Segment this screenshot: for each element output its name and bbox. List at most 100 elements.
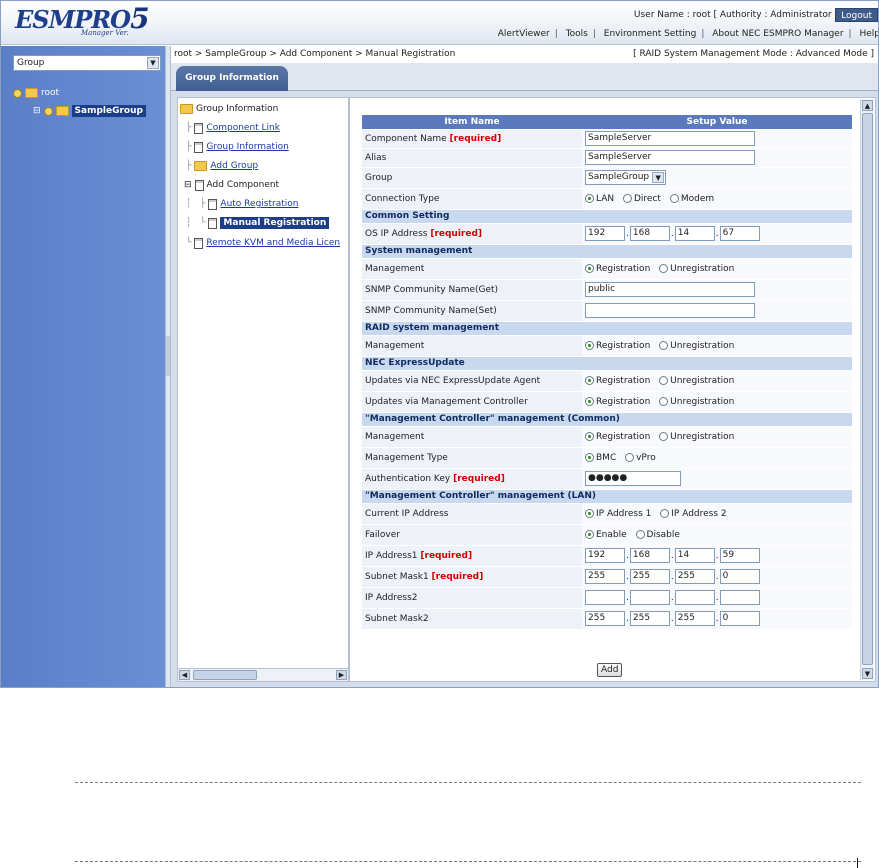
mask2-octet-3[interactable]: 255 bbox=[674, 611, 715, 626]
tab-group-information[interactable]: Group Information bbox=[176, 66, 288, 91]
user-info: User Name : root [ Authority : Administr… bbox=[633, 10, 838, 20]
radio-eu-agent-unregistration[interactable]: Unregistration bbox=[659, 375, 734, 386]
radio-lan[interactable]: LAN bbox=[585, 193, 614, 204]
os-ip-address-field: 192. 168. 14. 67 bbox=[582, 223, 852, 245]
col-item-name: Item Name bbox=[362, 115, 582, 130]
radio-sys-unregistration[interactable]: Unregistration bbox=[659, 263, 734, 274]
snmp-set-input[interactable] bbox=[585, 303, 755, 318]
ip2-octet-1[interactable] bbox=[585, 590, 625, 605]
section-mc-lan: "Management Controller" management (LAN) bbox=[362, 489, 852, 504]
server-icon bbox=[194, 179, 204, 191]
snmp-get-input[interactable]: public bbox=[585, 282, 755, 297]
scroll-down-icon[interactable]: ▼ bbox=[862, 668, 873, 679]
tree-node-samplegroup[interactable]: ⊟ SampleGroup bbox=[13, 102, 146, 120]
chevron-down-icon[interactable]: ▼ bbox=[147, 57, 159, 69]
tree-item-remote-kvm[interactable]: └ Remote KVM and Media Licen bbox=[186, 236, 340, 250]
radio-failover-disable[interactable]: Disable bbox=[635, 529, 680, 540]
registration-form-pane: Item Name Setup Value Component Name [re… bbox=[349, 97, 876, 682]
mask1-octet-1[interactable]: 255 bbox=[585, 569, 625, 584]
app-window: ESMPRO5 Manager Ver. User Name : root [ … bbox=[0, 0, 879, 688]
radio-raid-registration[interactable]: Registration bbox=[585, 340, 650, 351]
os-ip-octet-2[interactable]: 168 bbox=[629, 226, 670, 241]
radio-eu-mc-registration[interactable]: Registration bbox=[585, 396, 650, 407]
tree-item-auto-registration[interactable]: ┆ ├ Auto Registration bbox=[186, 197, 298, 211]
add-button[interactable]: Add bbox=[597, 663, 623, 677]
scroll-right-icon[interactable]: ▶ bbox=[336, 670, 347, 680]
ip1-octet-1[interactable]: 192 bbox=[585, 548, 625, 563]
breadcrumb: root > SampleGroup > Add Component > Man… bbox=[174, 49, 456, 59]
tree-horizontal-scrollbar[interactable]: ◀ ▶ bbox=[177, 668, 349, 682]
ip2-octet-3[interactable] bbox=[674, 590, 715, 605]
mask1-octet-4[interactable]: 0 bbox=[719, 569, 760, 584]
tree-item-add-component[interactable]: ⊟ Add Component bbox=[184, 178, 279, 192]
mask2-octet-4[interactable]: 0 bbox=[719, 611, 760, 626]
form-vertical-scrollbar[interactable]: ▲ ▼ bbox=[860, 99, 874, 680]
radio-vpro[interactable]: vPro bbox=[625, 452, 656, 463]
radio-direct[interactable]: Direct bbox=[623, 193, 661, 204]
ip1-octet-4[interactable]: 59 bbox=[719, 548, 760, 563]
radio-modem[interactable]: Modem bbox=[669, 193, 714, 204]
menu-environment-setting[interactable]: Environment Setting bbox=[604, 29, 697, 39]
component-name-input[interactable]: SampleServer bbox=[585, 131, 755, 146]
alias-input[interactable]: SampleServer bbox=[585, 150, 755, 165]
tree-item-group-information[interactable]: ├ Group Information bbox=[186, 140, 289, 154]
mask2-octet-1[interactable]: 255 bbox=[585, 611, 625, 626]
tree-node-root[interactable]: root bbox=[13, 84, 146, 102]
menu-tools[interactable]: Tools bbox=[566, 29, 588, 39]
os-ip-octet-1[interactable]: 192 bbox=[585, 226, 625, 241]
tab-bar: Group Information bbox=[171, 63, 878, 91]
document-icon bbox=[194, 237, 204, 249]
registration-form: Item Name Setup Value Component Name [re… bbox=[362, 115, 852, 630]
radio-mc-unregistration[interactable]: Unregistration bbox=[659, 431, 734, 442]
section-common-setting: Common Setting bbox=[362, 209, 852, 224]
mask1-octet-2[interactable]: 255 bbox=[629, 569, 670, 584]
ip2-octet-2[interactable] bbox=[629, 590, 670, 605]
connection-type-radios: LAN Direct Modem bbox=[582, 188, 852, 210]
mask2-octet-2[interactable]: 255 bbox=[629, 611, 670, 626]
tree-item-component-link[interactable]: ├ Component Link bbox=[186, 121, 280, 135]
radio-mc-registration[interactable]: Registration bbox=[585, 431, 650, 442]
mask1-octet-3[interactable]: 255 bbox=[674, 569, 715, 584]
authentication-key-input[interactable]: ●●●●● bbox=[585, 471, 681, 486]
group-tree-pane: Group ▼ root ⊟ SampleGroup bbox=[1, 46, 165, 687]
esmpro-logo: ESMPRO5 Manager Ver. bbox=[15, 2, 150, 38]
document-icon bbox=[194, 141, 204, 153]
expand-icon[interactable] bbox=[13, 88, 22, 98]
ip2-octet-4[interactable] bbox=[719, 590, 760, 605]
ip1-octet-2[interactable]: 168 bbox=[629, 548, 670, 563]
divider-tick bbox=[857, 858, 858, 868]
folder-icon bbox=[25, 88, 38, 98]
os-ip-octet-3[interactable]: 14 bbox=[674, 226, 715, 241]
chevron-down-icon[interactable]: ▼ bbox=[652, 172, 665, 183]
logout-button[interactable]: Logout bbox=[835, 8, 878, 22]
radio-eu-agent-registration[interactable]: Registration bbox=[585, 375, 650, 386]
radio-sys-registration[interactable]: Registration bbox=[585, 263, 650, 274]
raid-mode-label: [ RAID System Management Mode : Advanced… bbox=[633, 49, 874, 59]
menu-about[interactable]: About NEC ESMPRO Manager bbox=[712, 29, 843, 39]
dotted-divider bbox=[75, 782, 861, 783]
tree-item-manual-registration[interactable]: ┆ └ Manual Registration bbox=[186, 216, 330, 230]
folder-icon bbox=[55, 106, 69, 116]
header: ESMPRO5 Manager Ver. User Name : root [ … bbox=[1, 1, 878, 45]
tree-item-add-group[interactable]: ├ Add Group bbox=[186, 159, 258, 173]
tree-root: Group Information bbox=[180, 102, 278, 116]
group-dropdown[interactable]: SampleGroup ▼ bbox=[585, 170, 667, 185]
group-select[interactable]: Group ▼ bbox=[13, 55, 161, 71]
radio-eu-mc-unregistration[interactable]: Unregistration bbox=[659, 396, 734, 407]
menu-alertviewer[interactable]: AlertViewer bbox=[498, 29, 550, 39]
menu-help[interactable]: Help bbox=[859, 29, 878, 39]
section-expressupdate: NEC ExpressUpdate bbox=[362, 356, 852, 371]
collapse-icon[interactable]: ⊟ bbox=[33, 106, 41, 116]
scroll-left-icon[interactable]: ◀ bbox=[179, 670, 190, 680]
radio-failover-enable[interactable]: Enable bbox=[585, 529, 627, 540]
radio-ip-address-2[interactable]: IP Address 2 bbox=[660, 508, 727, 519]
collapse-icon[interactable]: ⊟ bbox=[184, 180, 192, 190]
os-ip-octet-4[interactable]: 67 bbox=[719, 226, 760, 241]
dotted-divider bbox=[75, 861, 861, 862]
scroll-up-icon[interactable]: ▲ bbox=[862, 100, 873, 111]
ip1-octet-3[interactable]: 14 bbox=[674, 548, 715, 563]
radio-bmc[interactable]: BMC bbox=[585, 452, 616, 463]
radio-ip-address-1[interactable]: IP Address 1 bbox=[585, 508, 651, 519]
radio-raid-unregistration[interactable]: Unregistration bbox=[659, 340, 734, 351]
group-tree: root ⊟ SampleGroup bbox=[13, 84, 146, 120]
